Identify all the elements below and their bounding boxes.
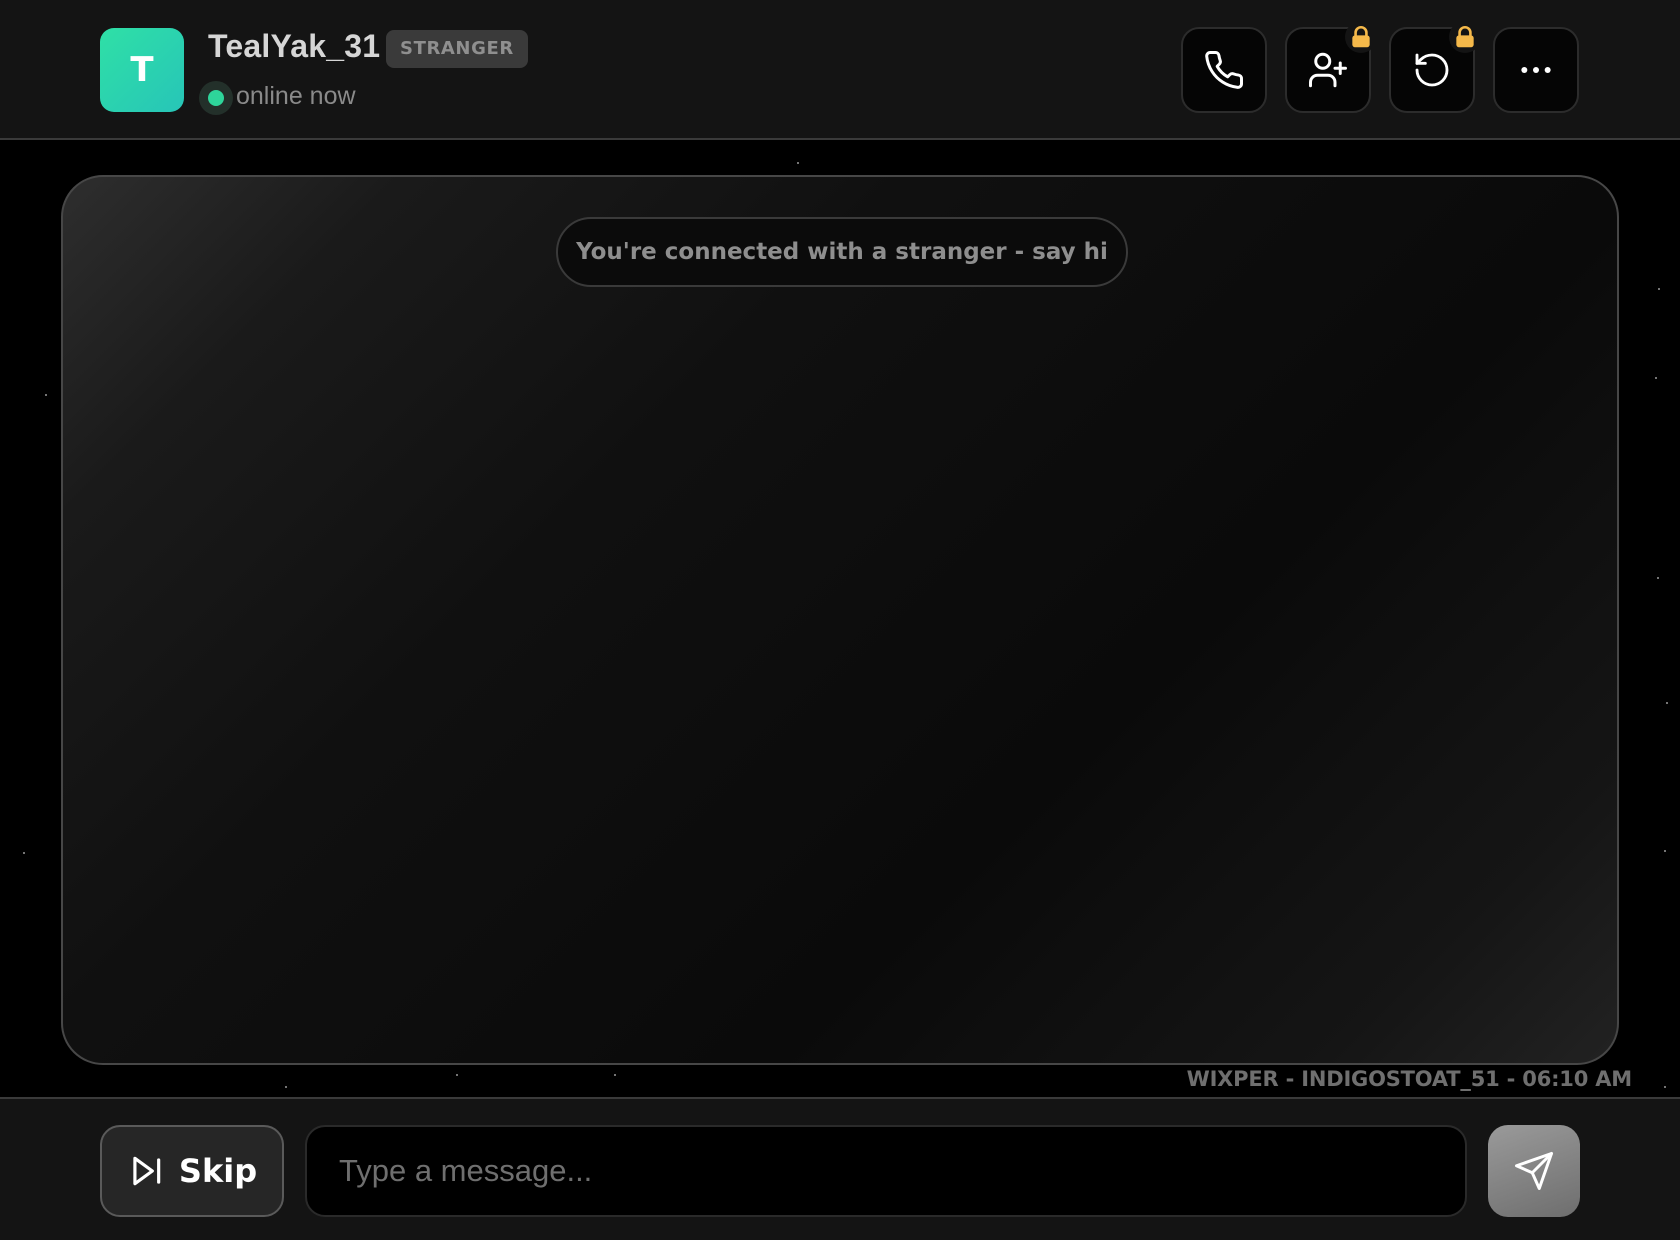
connection-notice: You're connected with a stranger - say h…	[556, 217, 1128, 287]
message-input[interactable]	[305, 1125, 1467, 1217]
send-button[interactable]	[1488, 1125, 1580, 1217]
refresh-icon	[1415, 53, 1449, 87]
reconnect-button[interactable]	[1389, 21, 1481, 113]
call-button[interactable]	[1181, 27, 1267, 113]
username: TealYak_31	[208, 28, 381, 64]
lock-icon	[1449, 21, 1481, 53]
skip-forward-icon	[133, 1156, 161, 1186]
add-user-icon	[1309, 52, 1347, 88]
chat-header: T TealYak_31 STRANGER online now	[0, 0, 1680, 140]
send-icon	[1515, 1152, 1553, 1190]
phone-icon	[1205, 51, 1243, 89]
session-watermark: WIXPER - INDIGOSTOAT_51 - 06:10 AM	[1186, 1067, 1633, 1091]
more-options-icon	[1521, 67, 1551, 73]
stranger-badge: STRANGER	[386, 30, 528, 68]
chat-messages-panel: You're connected with a stranger - say h…	[61, 175, 1619, 1065]
skip-button[interactable]: Skip	[100, 1125, 284, 1217]
more-options-button[interactable]	[1493, 27, 1579, 113]
skip-label: Skip	[178, 1152, 258, 1190]
chat-app: T TealYak_31 STRANGER online now You're …	[0, 0, 1680, 1240]
avatar: T	[100, 28, 184, 112]
status-text: online now	[236, 82, 356, 110]
message-composer: Skip	[0, 1097, 1680, 1240]
add-friend-button[interactable]	[1285, 21, 1377, 113]
online-status-dot	[208, 90, 224, 106]
lock-icon	[1345, 21, 1377, 53]
